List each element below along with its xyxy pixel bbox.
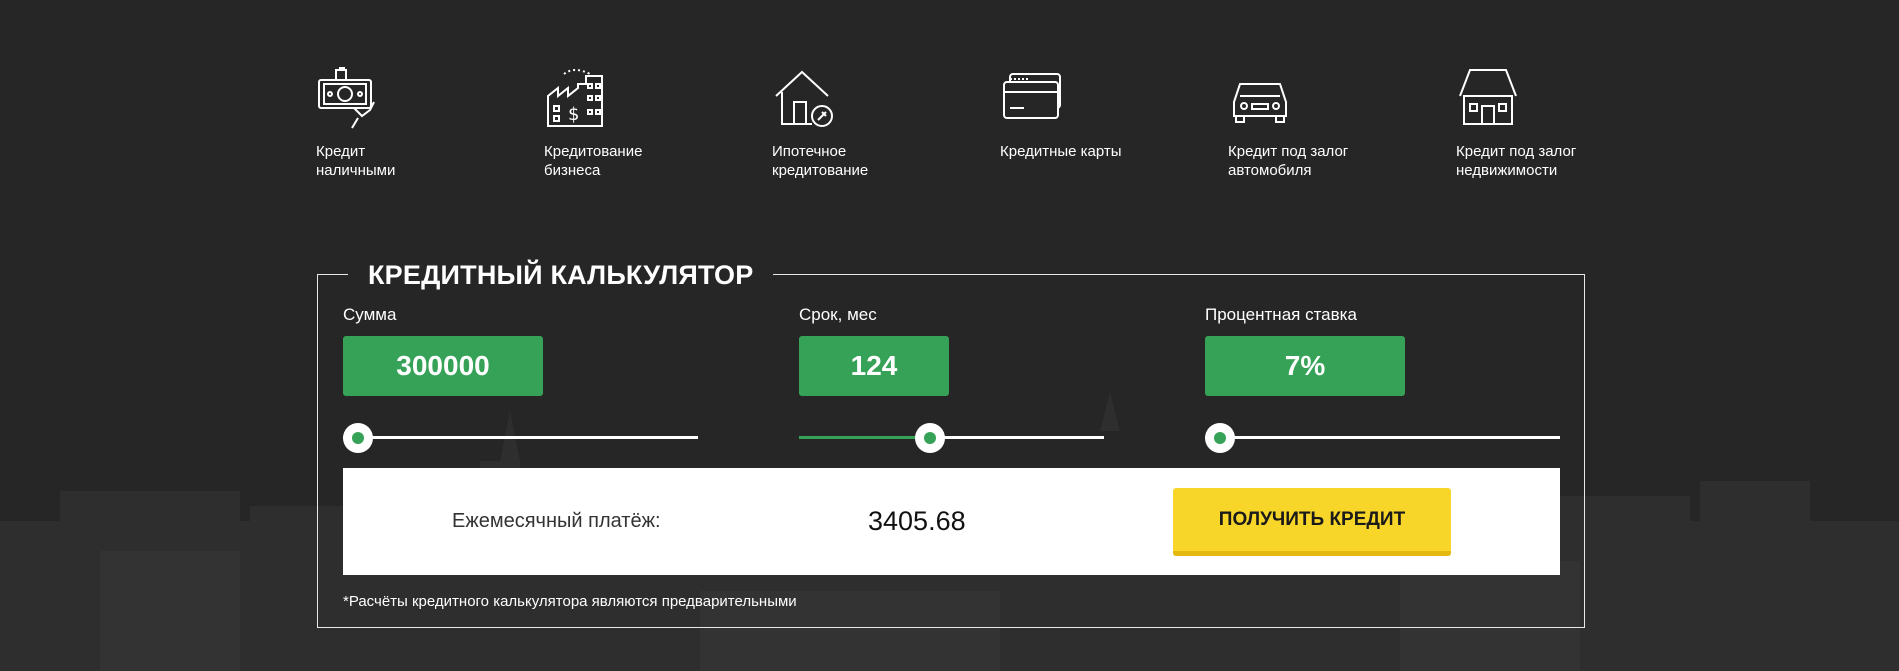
category-label: Кредитование бизнеса bbox=[544, 143, 643, 179]
category-label: Кредитные карты bbox=[1000, 143, 1122, 160]
credit-calculator: КРЕДИТНЫЙ КАЛЬКУЛЯТОР Сумма 300000 Срок,… bbox=[317, 255, 1585, 628]
category-credit-cards[interactable]: Кредитные карты bbox=[1000, 66, 1200, 161]
cash-hand-icon bbox=[318, 67, 375, 129]
car-icon bbox=[1233, 83, 1287, 123]
category-car-loan[interactable]: Кредит под залог автомобиля bbox=[1228, 66, 1428, 180]
category-business-loan[interactable]: $ Кредитование бизнеса bbox=[544, 66, 744, 180]
category-label: Кредит под залог недвижимости bbox=[1456, 143, 1577, 179]
slider-track bbox=[343, 436, 698, 439]
credit-cards-icon bbox=[1003, 73, 1061, 119]
business-building-icon: $ bbox=[547, 69, 603, 127]
svg-text:$: $ bbox=[568, 104, 579, 125]
slider-track bbox=[1205, 436, 1560, 439]
loan-categories: Кредит наличными $ Кредитование бизнеса … bbox=[316, 66, 1596, 206]
calculator-title: КРЕДИТНЫЙ КАЛЬКУЛЯТОР bbox=[348, 255, 774, 295]
monthly-payment-label: Ежемесячный платёж: bbox=[452, 510, 661, 532]
category-property-loan[interactable]: Кредит под залог недвижимости bbox=[1456, 66, 1656, 180]
category-label: Ипотечное кредитование bbox=[772, 143, 869, 179]
house-icon bbox=[1459, 69, 1517, 125]
slider-fill bbox=[799, 436, 930, 439]
category-label: Кредит под залог автомобиля bbox=[1228, 143, 1349, 179]
disclaimer-note: *Расчёты кредитного калькулятора являютс… bbox=[343, 593, 797, 610]
slider-handle[interactable] bbox=[1205, 423, 1235, 453]
slider-handle[interactable] bbox=[914, 423, 945, 453]
term-slider[interactable] bbox=[799, 422, 1104, 453]
monthly-payment-value: 3405.68 bbox=[868, 506, 966, 536]
amount-input[interactable]: 300000 bbox=[343, 336, 543, 396]
rate-slider[interactable] bbox=[1205, 422, 1560, 453]
category-mortgage[interactable]: Ипотечное кредитование bbox=[772, 66, 972, 180]
category-label: Кредит наличными bbox=[316, 143, 396, 179]
amount-slider[interactable] bbox=[343, 422, 698, 453]
monthly-payment-panel: Ежемесячный платёж: 3405.68 ПОЛУЧИТЬ КРЕ… bbox=[343, 468, 1560, 575]
house-key-icon bbox=[775, 70, 833, 127]
term-label: Срок, мес bbox=[799, 305, 877, 324]
get-credit-button[interactable]: ПОЛУЧИТЬ КРЕДИТ bbox=[1173, 488, 1451, 556]
category-cash-loan[interactable]: Кредит наличными bbox=[316, 66, 516, 180]
rate-input[interactable]: 7% bbox=[1205, 336, 1405, 396]
slider-handle[interactable] bbox=[343, 423, 373, 453]
amount-label: Сумма bbox=[343, 305, 397, 324]
rate-label: Процентная ставка bbox=[1205, 305, 1357, 324]
term-input[interactable]: 124 bbox=[799, 336, 949, 396]
